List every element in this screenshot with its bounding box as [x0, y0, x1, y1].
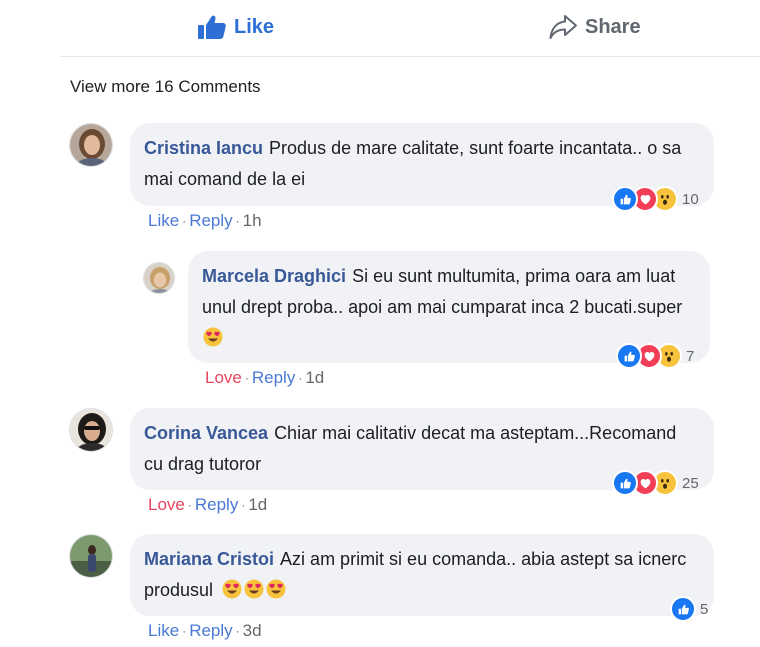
comment-bubble: Mariana Cristoi Azi am primit si eu coman…	[130, 534, 714, 616]
share-button[interactable]: Share	[548, 12, 641, 42]
share-icon	[549, 15, 577, 39]
heart-eyes-emoji-icon	[244, 579, 264, 599]
like-icon	[612, 186, 638, 212]
thumbs-up-icon	[198, 15, 226, 40]
emoji-group	[222, 579, 286, 599]
like-action[interactable]: Like	[148, 211, 179, 231]
reaction-summary[interactable]: 5	[670, 596, 709, 622]
comment-actions: Like · Reply · 3d	[148, 621, 262, 641]
comment-actions: Love · Reply · 1d	[148, 495, 268, 515]
share-label: Share	[585, 15, 641, 38]
heart-eyes-emoji-icon	[222, 579, 242, 599]
reply-action[interactable]: Reply	[189, 621, 232, 641]
like-label: Like	[234, 15, 275, 38]
heart-eyes-emoji-icon	[203, 327, 223, 347]
timestamp[interactable]: 1h	[243, 211, 262, 231]
love-action[interactable]: Love	[205, 368, 242, 388]
reaction-count: 25	[682, 474, 699, 492]
love-action[interactable]: Love	[148, 495, 185, 515]
comment-actions: Like · Reply · 1h	[148, 211, 262, 231]
avatar[interactable]	[69, 534, 113, 578]
avatar[interactable]	[69, 408, 113, 452]
reply-action[interactable]: Reply	[195, 495, 238, 515]
comment-author[interactable]: Mariana Cristoi	[144, 549, 274, 569]
timestamp[interactable]: 1d	[305, 368, 324, 388]
reaction-summary[interactable]: 10	[612, 186, 699, 212]
reaction-count: 10	[682, 190, 699, 208]
like-icon	[616, 343, 642, 369]
like-icon	[612, 470, 638, 496]
view-more-comments-link[interactable]: View more 16 Comments	[70, 77, 261, 97]
reaction-summary[interactable]: 7	[616, 343, 695, 369]
timestamp[interactable]: 1d	[248, 495, 267, 515]
like-button[interactable]: Like	[197, 12, 274, 42]
like-icon	[670, 596, 696, 622]
timestamp[interactable]: 3d	[243, 621, 262, 641]
comment-actions: Love · Reply · 1d	[205, 368, 325, 388]
like-action[interactable]: Like	[148, 621, 179, 641]
reply-action[interactable]: Reply	[252, 368, 295, 388]
divider	[60, 56, 760, 57]
reply-action[interactable]: Reply	[189, 211, 232, 231]
comment-author[interactable]: Marcela Draghici	[202, 266, 346, 286]
reaction-count: 5	[700, 600, 709, 618]
reaction-count: 7	[686, 347, 695, 365]
heart-eyes-emoji-icon	[266, 579, 286, 599]
reaction-summary[interactable]: 25	[612, 470, 699, 496]
comment-author[interactable]: Corina Vancea	[144, 423, 268, 443]
comment-author[interactable]: Cristina Iancu	[144, 138, 263, 158]
avatar[interactable]	[69, 123, 113, 167]
avatar[interactable]	[143, 262, 175, 294]
